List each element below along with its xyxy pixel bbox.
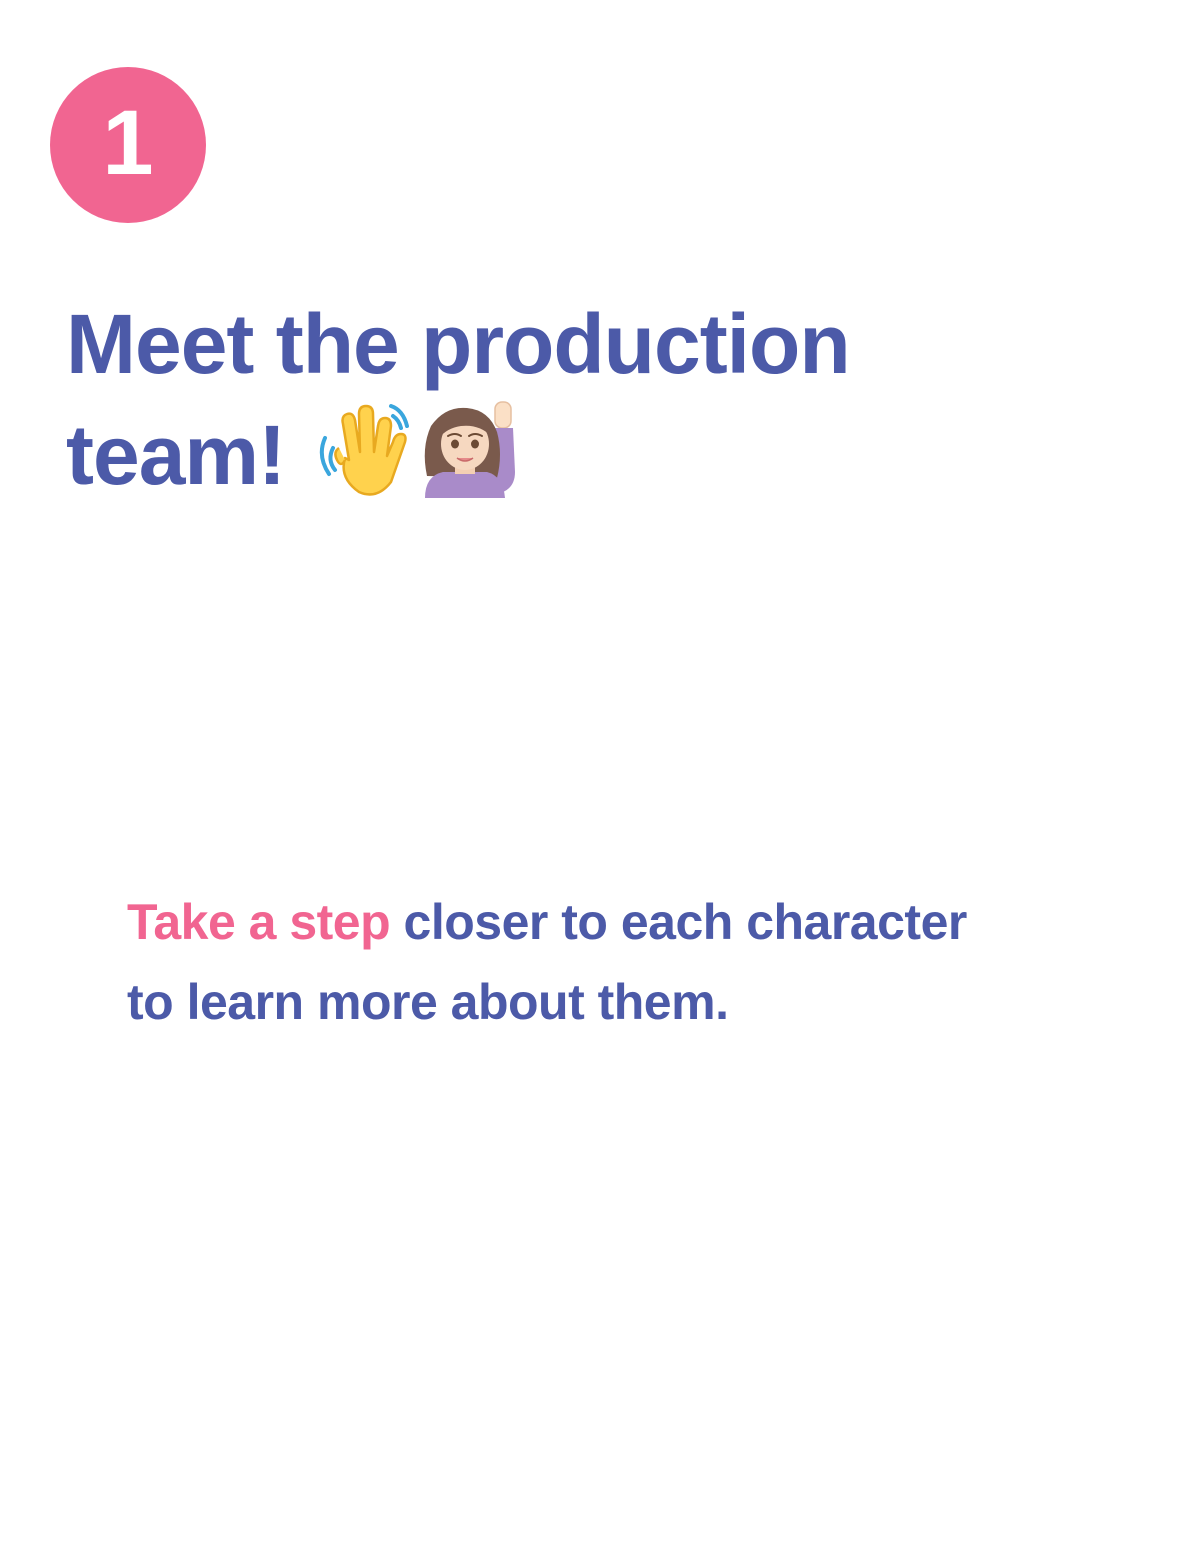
title-line-1: Meet the production xyxy=(66,297,851,391)
instruction-line-1-rest: closer to each character xyxy=(390,894,968,950)
instruction-highlight: Take a step xyxy=(127,894,391,950)
instruction-line-2: to learn more about them. xyxy=(127,974,729,1030)
title-line-2-text: team! xyxy=(66,408,286,502)
title-emojis xyxy=(315,398,521,498)
instruction-text: Take a step closer to each character to … xyxy=(127,882,1107,1042)
page-title: Meet the production team! xyxy=(66,290,1066,509)
title-line-2: team! xyxy=(66,398,1066,509)
waving-hand-icon xyxy=(315,398,417,498)
instruction-line-1: Take a step closer to each character xyxy=(127,882,1107,962)
step-number-badge: 1 xyxy=(50,67,206,223)
step-number: 1 xyxy=(102,92,154,194)
person-raising-hand-icon xyxy=(417,398,521,498)
